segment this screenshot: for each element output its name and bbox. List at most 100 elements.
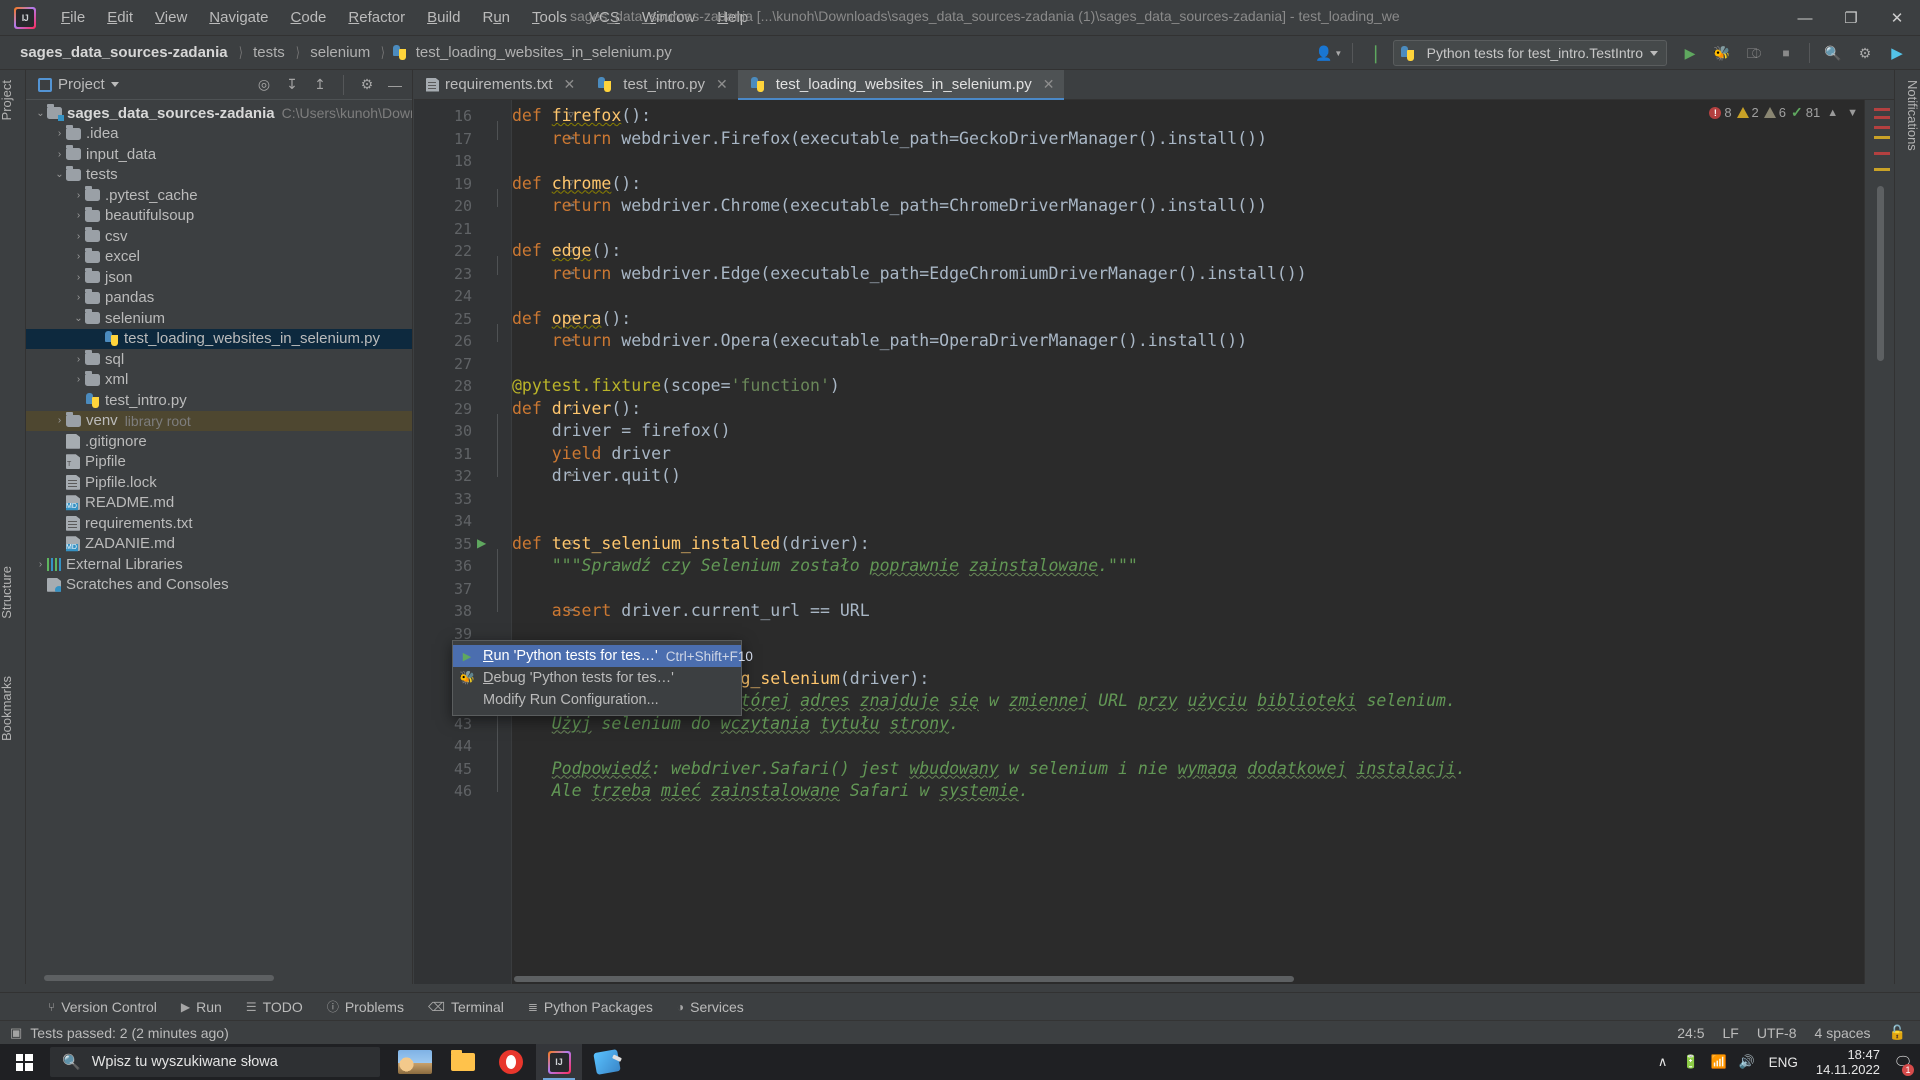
notifications-button[interactable]: 🗨 1 (1890, 1044, 1916, 1080)
code-line[interactable]: driver.quit() (512, 465, 681, 488)
run-context-menu[interactable]: ▶ Run 'Python tests for tes…' Ctrl+Shift… (452, 640, 742, 716)
clock[interactable]: 18:47 14.11.2022 (1806, 1047, 1890, 1077)
show-hidden-icons-chevron[interactable]: ∧ (1649, 1044, 1677, 1080)
project-tree[interactable]: ⌄sages_data_sources-zadaniaC:\Users\kuno… (26, 100, 412, 595)
tree-node-zadanie-md[interactable]: ›ZADANIE.md (26, 534, 412, 555)
menu-code[interactable]: Code (280, 6, 338, 29)
code-line[interactable] (512, 218, 522, 241)
tree-node-sql[interactable]: ›sql (26, 349, 412, 370)
stop-button[interactable]: ■ (1771, 39, 1801, 67)
chevron-right-icon[interactable]: › (72, 210, 85, 221)
chevron-right-icon[interactable]: › (53, 149, 66, 160)
tree-node-tests[interactable]: ⌄tests (26, 165, 412, 186)
code-line[interactable]: assert driver.current_url == URL (512, 600, 870, 623)
taskbar-item-photos[interactable] (392, 1044, 438, 1080)
account-icon[interactable]: 👤▼ (1314, 39, 1344, 67)
code-line[interactable]: def chrome(): (512, 173, 641, 196)
run-button[interactable]: ▶ (1675, 39, 1705, 67)
code-line[interactable] (512, 735, 522, 758)
menu-navigate[interactable]: Navigate (198, 6, 279, 29)
close-icon[interactable]: ✕ (1043, 76, 1055, 93)
editor-tab-test-loading-websites-in-selenium-py[interactable]: test_loading_websites_in_selenium.py✕ (738, 70, 1065, 99)
tool-window-button-python-packages[interactable]: ≣Python Packages (516, 996, 665, 1018)
breadcrumb-item-project[interactable]: sages_data_sources-zadania (16, 42, 232, 63)
tree-node-beautifulsoup[interactable]: ›beautifulsoup (26, 206, 412, 227)
chevron-down-icon[interactable]: ⌄ (53, 169, 66, 180)
run-configuration-selector[interactable]: Python tests for test_intro.TestIntro (1393, 40, 1667, 66)
taskbar-item-opera[interactable] (488, 1044, 534, 1080)
indent-setting[interactable]: 4 spaces (1815, 1025, 1871, 1041)
collapse-all-icon[interactable]: ↥ (309, 74, 331, 96)
tree-node-requirements-txt[interactable]: ›requirements.txt (26, 513, 412, 534)
tool-window-project[interactable]: Project (0, 74, 25, 126)
line-separator[interactable]: LF (1723, 1025, 1739, 1041)
taskbar-item-file-explorer[interactable] (440, 1044, 486, 1080)
settings-gear-icon[interactable]: ⚙ (1850, 39, 1880, 67)
tree-node-csv[interactable]: ›csv (26, 226, 412, 247)
code-line[interactable]: driver = firefox() (512, 420, 731, 443)
search-everywhere-icon[interactable]: 🔍 (1818, 39, 1848, 67)
inspection-widget[interactable]: ! 8 2 6 ✓ 81 ▲ ▼ (1709, 104, 1860, 121)
code-line[interactable] (512, 285, 522, 308)
previous-problem-icon[interactable]: ▲ (1825, 107, 1840, 119)
code-line[interactable]: return webdriver.Opera(executable_path=O… (512, 330, 1247, 353)
editor-vertical-scrollbar[interactable] (1877, 186, 1884, 361)
tool-window-button-terminal[interactable]: ⌫Terminal (416, 996, 516, 1018)
tool-window-button-run[interactable]: ▶Run (169, 996, 234, 1018)
chevron-right-icon[interactable]: › (53, 128, 66, 139)
context-menu-item-run[interactable]: ▶ Run 'Python tests for tes…' Ctrl+Shift… (453, 645, 741, 667)
code-line[interactable]: def edge(): (512, 240, 621, 263)
context-menu-item-debug[interactable]: 🐝 Debug 'Python tests for tes…' (453, 667, 741, 689)
taskbar-item-intellij[interactable] (536, 1044, 582, 1080)
chevron-right-icon[interactable]: › (72, 190, 85, 201)
status-message[interactable]: Tests passed: 2 (2 minutes ago) (30, 1025, 228, 1041)
tool-window-structure[interactable]: Structure (0, 560, 25, 625)
target-icon[interactable]: ◎ (253, 74, 275, 96)
tree-node-json[interactable]: ›json (26, 267, 412, 288)
tree-node-selenium[interactable]: ⌄selenium (26, 308, 412, 329)
code-line[interactable]: @pytest.fixture(scope='function') (512, 375, 840, 398)
lock-icon[interactable]: 🔓 (1889, 1024, 1906, 1041)
minimize-icon[interactable]: — (384, 74, 406, 96)
tool-window-button-problems[interactable]: ⓘProblems (315, 995, 416, 1018)
code-line[interactable] (512, 150, 522, 173)
file-encoding[interactable]: UTF-8 (1757, 1025, 1797, 1041)
tree-node-input-data[interactable]: ›input_data (26, 144, 412, 165)
language-indicator[interactable]: ENG (1761, 1055, 1806, 1070)
tree-node-external-libraries[interactable]: ›External Libraries (26, 554, 412, 575)
tree-node-pipfile-lock[interactable]: ›Pipfile.lock (26, 472, 412, 493)
start-button[interactable] (0, 1044, 48, 1080)
next-problem-icon[interactable]: ▼ (1845, 107, 1860, 119)
menu-build[interactable]: Build (416, 6, 471, 29)
tree-node-sages-data-sources-zadania[interactable]: ⌄sages_data_sources-zadaniaC:\Users\kuno… (26, 103, 412, 124)
tree-node-readme-md[interactable]: ›README.md (26, 493, 412, 514)
expand-all-icon[interactable]: ↧ (281, 74, 303, 96)
minimize-button[interactable]: — (1782, 0, 1828, 36)
code-line[interactable]: def driver(): (512, 398, 641, 421)
code-line[interactable]: Ale trzeba mieć zainstalowane Safari w s… (512, 780, 1029, 803)
tree-node-test-loading-websites-in-selenium-py[interactable]: ›test_loading_websites_in_selenium.py (26, 329, 412, 350)
code-line[interactable]: return webdriver.Edge(executable_path=Ed… (512, 263, 1307, 286)
tool-window-button-todo[interactable]: ☰TODO (234, 996, 315, 1018)
volume-icon[interactable]: 🔊 (1733, 1044, 1761, 1080)
tree-node-excel[interactable]: ›excel (26, 247, 412, 268)
taskbar-item-paint3d[interactable] (584, 1044, 630, 1080)
code-line[interactable] (512, 488, 522, 511)
code-line[interactable] (512, 510, 522, 533)
code-line[interactable]: yield driver (512, 443, 671, 466)
run-with-coverage-button[interactable]: ⎄ (1739, 39, 1769, 67)
code-line[interactable]: def opera(): (512, 308, 631, 331)
tree-node--gitignore[interactable]: ›.gitignore (26, 431, 412, 452)
editor-tab-bar[interactable]: requirements.txt✕test_intro.py✕test_load… (414, 70, 1894, 100)
chevron-down-icon[interactable]: ⌄ (34, 108, 47, 119)
menu-refactor[interactable]: Refactor (337, 6, 416, 29)
close-icon[interactable]: ✕ (716, 76, 728, 93)
close-button[interactable]: ✕ (1874, 0, 1920, 36)
chevron-right-icon[interactable]: › (72, 374, 85, 385)
editor-tab-test-intro-py[interactable]: test_intro.py✕ (585, 70, 737, 99)
editor-tab-requirements-txt[interactable]: requirements.txt✕ (414, 70, 585, 99)
breadcrumb-item-selenium[interactable]: selenium (306, 42, 374, 63)
line-number-gutter[interactable]: 1617181920212223242526272829303132333435… (414, 100, 488, 984)
caret-position[interactable]: 24:5 (1677, 1025, 1704, 1041)
code-line[interactable] (512, 353, 522, 376)
